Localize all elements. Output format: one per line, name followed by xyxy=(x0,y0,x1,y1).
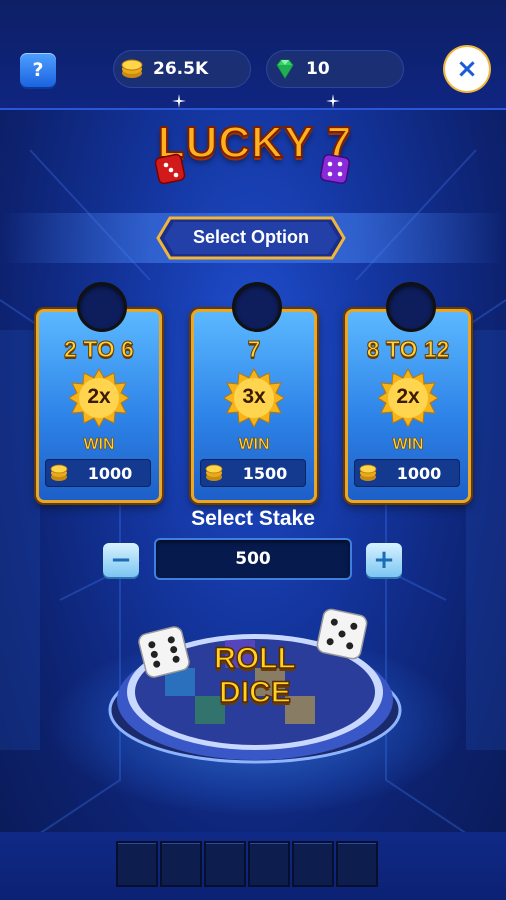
option-card-high[interactable]: 8 TO 12 2x WIN 1000 xyxy=(345,282,471,503)
option-range: 8 TO 12 xyxy=(366,336,450,363)
help-button[interactable]: ? xyxy=(20,53,56,87)
roll-history xyxy=(116,841,380,887)
top-bar: ? 26.5K 10 × xyxy=(0,0,506,110)
stake-value: 500 xyxy=(235,549,271,569)
plus-icon: + xyxy=(373,545,395,575)
dice-slot xyxy=(77,282,127,332)
select-option-label: Select Option xyxy=(192,227,309,247)
option-amount-box: 1000 xyxy=(354,459,460,487)
option-multiplier: 2x xyxy=(87,385,111,408)
history-slot xyxy=(204,841,246,887)
decrease-stake-button[interactable]: − xyxy=(103,543,139,577)
option-card-low[interactable]: 2 TO 6 2x WIN 1000 xyxy=(36,282,162,503)
history-slot xyxy=(160,841,202,887)
sparkle-icon xyxy=(172,94,186,108)
option-multiplier: 2x xyxy=(396,385,420,408)
history-slot xyxy=(248,841,290,887)
close-icon: × xyxy=(456,54,478,84)
option-amount-box: 1500 xyxy=(200,459,306,487)
white-die-icon xyxy=(316,608,368,660)
purple-die-icon xyxy=(319,153,351,185)
option-amount: 1000 xyxy=(87,464,133,483)
stake-value-field[interactable]: 500 xyxy=(154,538,352,580)
history-slot xyxy=(292,841,334,887)
coin-icon xyxy=(205,464,223,481)
coin-icon xyxy=(121,59,143,78)
increase-stake-button[interactable]: + xyxy=(366,543,402,577)
gem-amount: 10 xyxy=(306,59,330,79)
roll-label-line1: ROLL xyxy=(213,641,296,676)
help-icon: ? xyxy=(32,59,44,81)
dice-slot xyxy=(232,282,282,332)
option-amount-box: 1000 xyxy=(45,459,151,487)
roll-label-line2: DICE xyxy=(218,675,291,710)
game-title: LUCKY 7 xyxy=(150,112,360,188)
option-card-seven[interactable]: 7 3x WIN 1500 xyxy=(191,282,317,503)
dice-slot xyxy=(386,282,436,332)
coin-icon xyxy=(359,464,377,481)
close-button[interactable]: × xyxy=(445,47,489,91)
option-range: 2 TO 6 xyxy=(64,336,135,363)
option-win-label: WIN xyxy=(392,436,424,454)
option-win-label: WIN xyxy=(83,436,115,454)
option-win-label: WIN xyxy=(238,436,270,454)
history-slot xyxy=(336,841,378,887)
option-amount: 1500 xyxy=(242,464,288,483)
coin-balance: 26.5K xyxy=(113,50,251,88)
gem-icon xyxy=(276,59,294,79)
gem-balance: 10 xyxy=(266,50,404,88)
select-stake-title: Select Stake xyxy=(191,507,315,530)
select-option-banner: Select Option xyxy=(156,216,346,260)
history-slot xyxy=(116,841,158,887)
red-die-icon xyxy=(154,153,186,185)
option-range: 7 xyxy=(247,336,261,363)
option-multiplier: 3x xyxy=(242,385,266,408)
sparkle-icon xyxy=(326,94,340,108)
minus-icon: − xyxy=(110,545,132,575)
coin-icon xyxy=(50,464,68,481)
coin-amount: 26.5K xyxy=(153,59,209,79)
white-die-icon xyxy=(138,626,190,678)
option-amount: 1000 xyxy=(396,464,442,483)
roll-dice-label: ROLL DICE xyxy=(185,641,325,710)
